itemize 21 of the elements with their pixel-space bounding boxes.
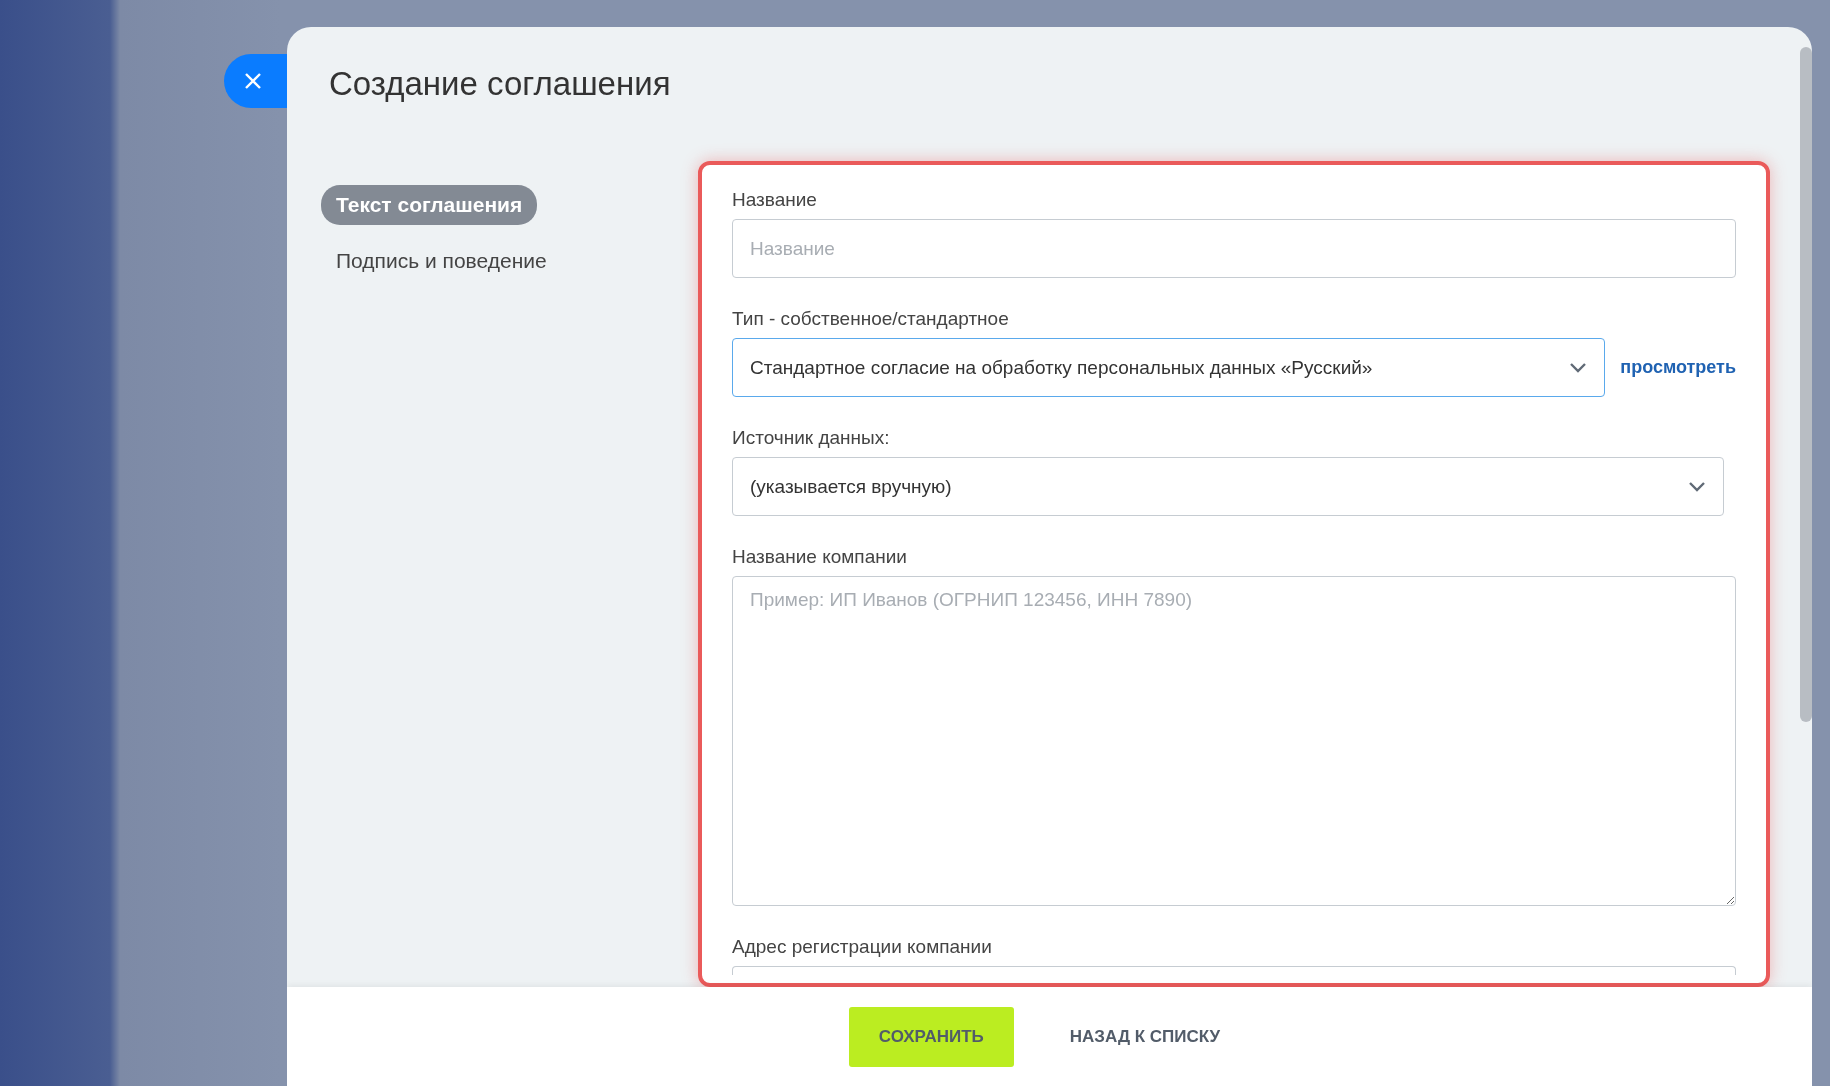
- field-label: Адрес регистрации компании: [732, 936, 993, 958]
- chevron-down-icon: [1569, 362, 1588, 373]
- chevron-down-icon: [1688, 481, 1706, 492]
- text-input[interactable]: [732, 966, 1736, 975]
- field-label: Название компании: [732, 546, 908, 568]
- field-label: Источник данных:: [732, 427, 891, 449]
- field-label: Тип - собственное/стандартное: [732, 308, 1010, 330]
- field-label: Название: [732, 189, 818, 211]
- select-field[interactable]: Стандартное согласие на обработку персональных данных «Русский»: [732, 338, 1606, 397]
- view-link[interactable]: просмотреть: [1620, 357, 1736, 378]
- text-input[interactable]: Название: [732, 219, 1736, 278]
- nav-tab[interactable]: Текст соглашения: [321, 185, 538, 225]
- select-field[interactable]: (указывается вручную): [732, 457, 1724, 516]
- save-button[interactable]: СОХРАНИТЬ: [848, 1006, 1014, 1067]
- back-link[interactable]: НАЗАД К СПИСКУ: [1039, 1006, 1251, 1067]
- nav-tab[interactable]: Подпись и поведение: [321, 241, 562, 281]
- close-button[interactable]: [224, 54, 287, 108]
- close-icon: [244, 72, 262, 90]
- dialog-title: Создание соглашения: [328, 64, 672, 104]
- scrollbar[interactable]: [1800, 47, 1812, 722]
- textarea-field[interactable]: Пример: ИП Иванов (ОГРНИП 123456, ИНН 7890): [732, 576, 1736, 906]
